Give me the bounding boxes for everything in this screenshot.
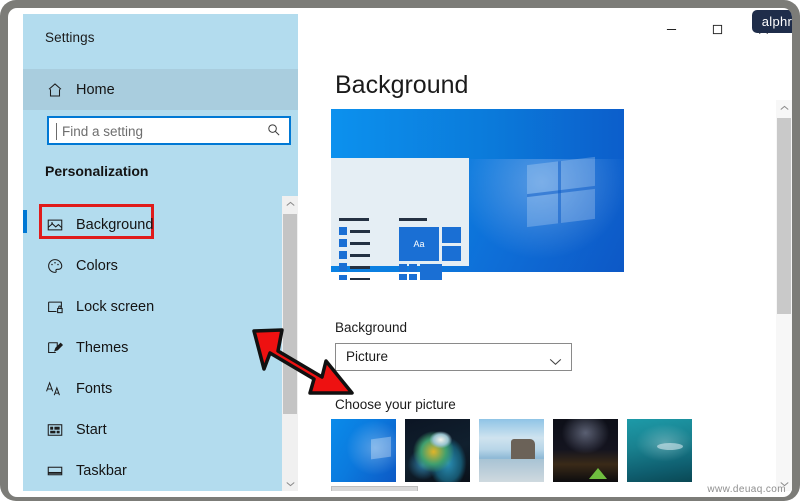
text-caret (56, 123, 57, 140)
picture-icon (45, 215, 65, 235)
choose-picture-label: Choose your picture (335, 397, 456, 412)
taskbar-icon (45, 461, 65, 481)
background-type-dropdown[interactable]: Picture (335, 343, 572, 371)
chevron-down-icon[interactable] (549, 353, 562, 371)
sidebar-item-background-label: Background (76, 216, 154, 233)
home-icon (45, 80, 65, 100)
sidebar-item-taskbar[interactable]: Taskbar (23, 450, 298, 491)
window-titlebar-left[interactable]: Settings (23, 14, 298, 62)
brush-icon (45, 338, 65, 358)
chevron-up-icon[interactable] (282, 196, 298, 211)
preview-tile-aa: Aa (399, 227, 439, 261)
sidebar: Settings Home Personalization (23, 14, 298, 491)
thumbnail-windows-default-wallpaper[interactable] (331, 419, 396, 482)
thumbnail-beach-sea-stack[interactable] (479, 419, 544, 482)
page-title: Background (335, 71, 469, 99)
windows-logo-icon (527, 156, 595, 228)
sidebar-item-taskbar-label: Taskbar (76, 462, 127, 479)
sidebar-item-themes-label: Themes (76, 339, 129, 356)
picture-thumbnail-list (331, 419, 692, 482)
search-input[interactable] (60, 118, 263, 145)
sidebar-item-colors[interactable]: Colors (23, 245, 298, 286)
sidebar-item-background[interactable]: Background (23, 204, 298, 245)
site-watermark: www.deuaq.com (707, 484, 786, 495)
thumbnail-colorful-cat-artwork[interactable] (405, 419, 470, 482)
preview-wallpaper-band (331, 109, 624, 159)
search-icon[interactable] (266, 122, 282, 138)
sidebar-item-start[interactable]: Start (23, 409, 298, 450)
font-aa-icon (45, 379, 65, 399)
palette-icon (45, 256, 65, 276)
lock-screen-icon (45, 297, 65, 317)
preview-app-window: Aa (331, 158, 469, 280)
browse-button[interactable]: Browse (331, 486, 418, 491)
frame-inner: Settings Home Personalization (8, 8, 792, 497)
sidebar-item-fonts-label: Fonts (76, 380, 113, 397)
chevron-up-icon[interactable] (776, 100, 792, 115)
settings-window: Settings Home Personalization (23, 14, 792, 491)
sidebar-item-home[interactable]: Home (23, 69, 298, 110)
desktop-preview: Aa (331, 109, 624, 280)
annotation-arrow-icon (252, 328, 354, 395)
preview-aa-text: Aa (413, 239, 425, 249)
sidebar-item-start-label: Start (76, 421, 107, 438)
start-grid-icon (45, 420, 65, 440)
thumbnail-night-sky-tent[interactable] (553, 419, 618, 482)
sidebar-section-header: Personalization (45, 163, 149, 179)
thumbnail-underwater-scene[interactable] (627, 419, 692, 482)
maximize-icon[interactable] (695, 14, 739, 44)
sidebar-item-lock-screen-label: Lock screen (76, 298, 155, 315)
sidebar-item-home-label: Home (76, 81, 115, 98)
search-box[interactable] (47, 116, 291, 145)
minimize-icon[interactable] (649, 14, 693, 44)
outer-frame: Settings Home Personalization (0, 0, 800, 501)
preview-tiles: Aa (399, 218, 461, 280)
alphr-badge: alphr (752, 10, 792, 33)
preview-nav-list (339, 218, 373, 280)
chevron-down-icon[interactable] (282, 476, 298, 491)
main-content: Background Aa Background Picture Choose … (298, 14, 792, 491)
main-scrollbar[interactable] (776, 100, 792, 491)
main-scrollbar-thumb[interactable] (777, 118, 791, 314)
window-titlebar-right[interactable] (298, 14, 792, 56)
window-title: Settings (45, 30, 95, 45)
sidebar-item-colors-label: Colors (76, 257, 118, 274)
